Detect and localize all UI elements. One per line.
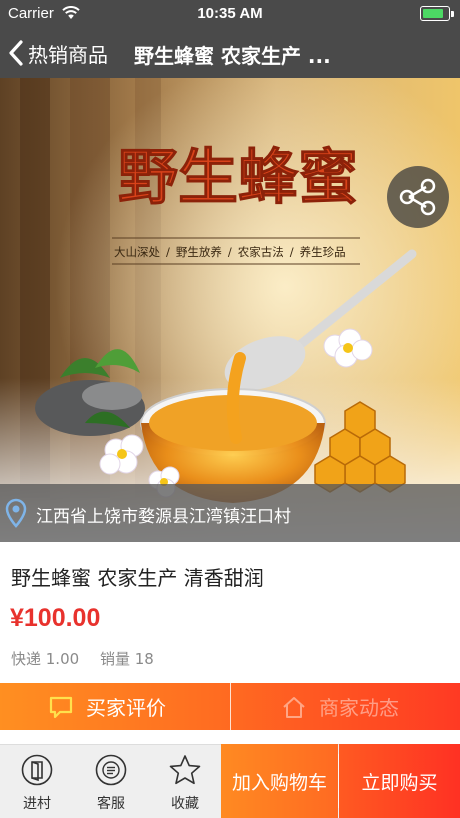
battery-icon — [420, 6, 454, 21]
back-label: 热销商品 — [28, 42, 108, 67]
add-to-cart-button[interactable]: 加入购物车 — [221, 744, 338, 818]
shipping-fee: 快递 1.00 — [11, 650, 80, 668]
location-address: 江西省上饶市婺源县江湾镇汪口村 — [36, 507, 291, 527]
store-label: 进村 — [23, 796, 51, 812]
star-icon — [169, 755, 201, 785]
buy-now-button[interactable]: 立即购买 — [339, 744, 460, 818]
clock: 10:35 AM — [197, 5, 263, 22]
location-pin-icon — [5, 498, 27, 528]
service-label: 客服 — [97, 796, 125, 812]
tab-buyer-reviews[interactable]: 买家评价 — [48, 683, 166, 730]
status-bar: Carrier 10:35 AM — [0, 0, 460, 28]
customer-service-icon — [95, 754, 127, 786]
honey-banner-image: 野生蜂蜜 大山深处 / 野生放养 / 农家古法 / 养生珍品 — [0, 78, 460, 542]
product-image[interactable]: 野生蜂蜜 大山深处 / 野生放养 / 农家古法 / 养生珍品 — [0, 78, 460, 542]
house-icon — [283, 696, 305, 718]
tab-label-news: 商家动态 — [319, 696, 399, 720]
share-icon — [399, 178, 436, 216]
headline-text: 野生蜂蜜 — [118, 143, 358, 213]
page-title: 野生蜂蜜 农家生产 ... — [134, 44, 331, 68]
product-name: 野生蜂蜜 农家生产 清香甜润 — [11, 566, 264, 590]
tab-seller-news[interactable]: 商家动态 — [281, 683, 399, 730]
comment-icon — [49, 696, 73, 718]
favorite-label: 收藏 — [171, 796, 199, 812]
tag-1: 大山深处 / 野生放养 / 农家古法 / 养生珍品 — [114, 245, 346, 259]
tab-divider — [230, 683, 231, 730]
product-price: ¥100.00 — [10, 604, 101, 632]
share-button[interactable] — [387, 166, 449, 228]
product-meta: 快递 1.00 销量 18 — [11, 648, 154, 669]
back-button[interactable]: 热销商品 — [8, 38, 108, 68]
favorite-button[interactable]: 收藏 — [148, 745, 222, 818]
chevron-left-icon — [9, 40, 23, 66]
location-bar: 江西省上饶市婺源县江湾镇汪口村 — [0, 484, 460, 542]
review-tabs: 买家评价 商家动态 — [0, 683, 460, 730]
service-button[interactable]: 客服 — [74, 745, 148, 818]
tab-label-reviews: 买家评价 — [86, 696, 166, 720]
store-button[interactable]: 进村 — [0, 745, 74, 818]
sales-count: 销量 18 — [99, 650, 154, 668]
nav-bar: 热销商品 野生蜂蜜 农家生产 ... — [0, 28, 460, 78]
door-icon — [21, 754, 53, 786]
